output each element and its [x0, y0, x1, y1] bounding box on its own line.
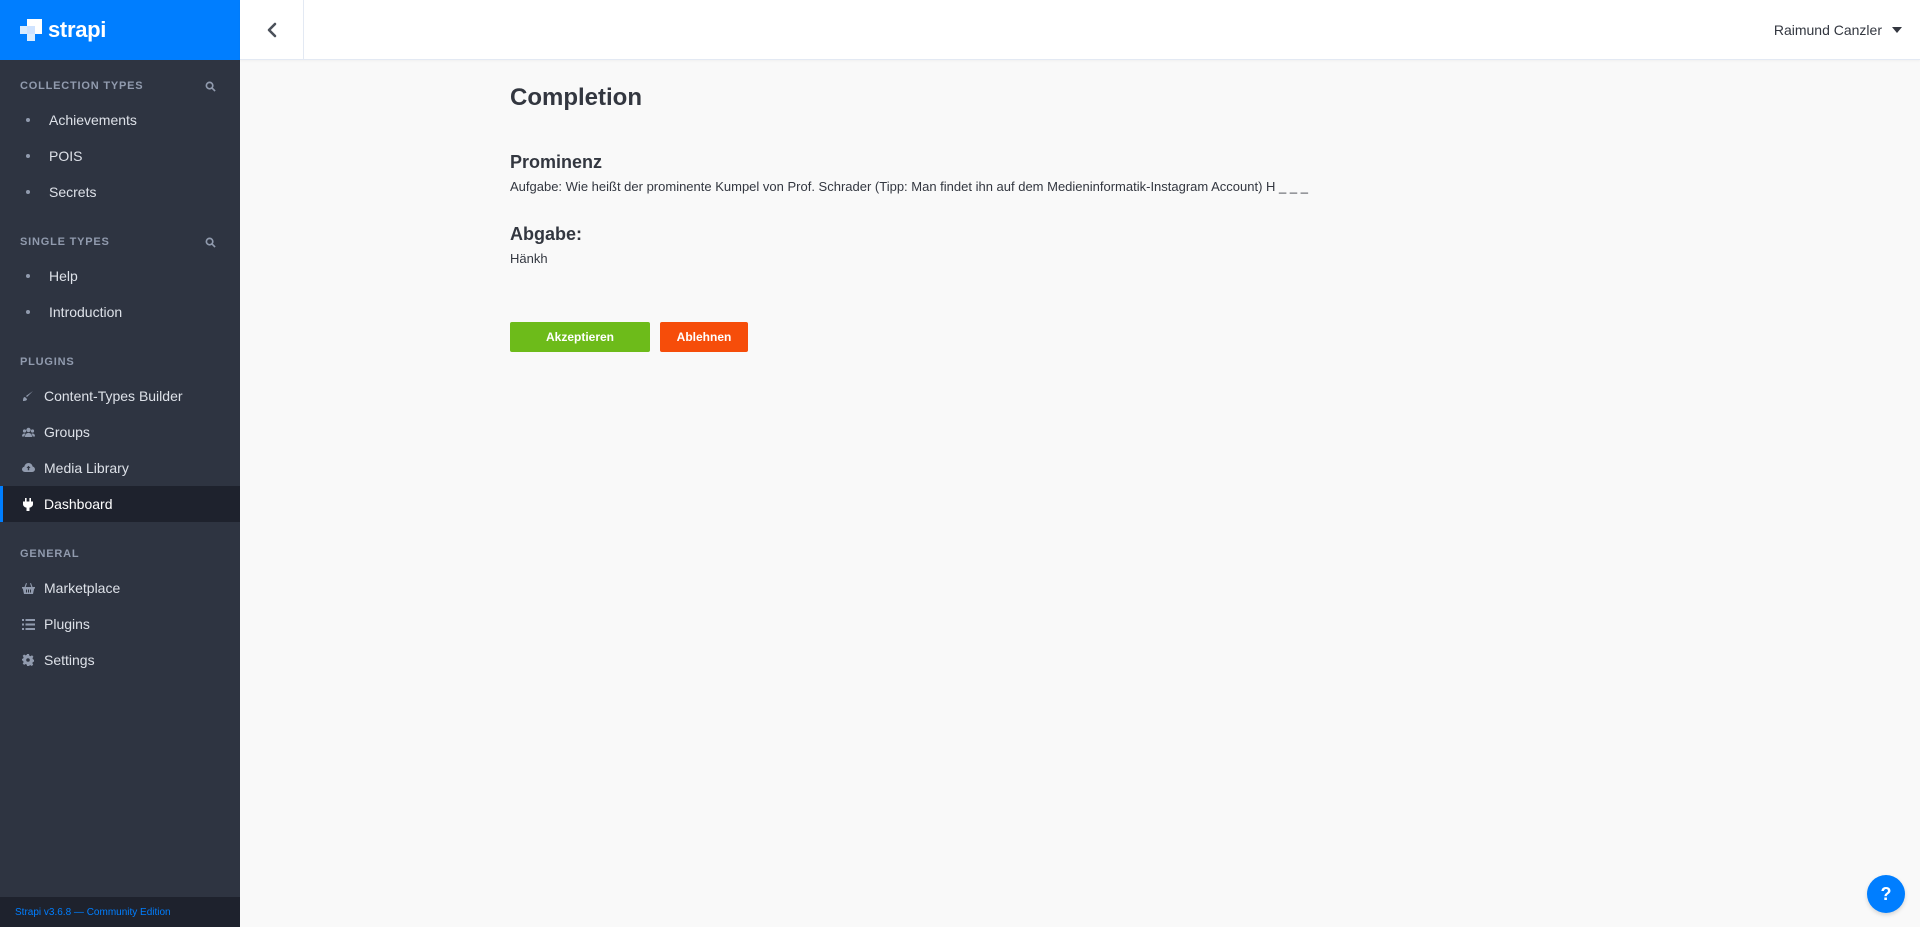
bullet-icon — [26, 154, 30, 158]
version-footer: Strapi v3.6.8 — Community Edition — [0, 897, 240, 927]
task-description: Aufgabe: Wie heißt der prominente Kumpel… — [510, 179, 1308, 194]
main-content: Completion Prominenz Aufgabe: Wie heißt … — [510, 60, 1308, 352]
user-name: Raimund Canzler — [1773, 21, 1882, 38]
sidebar-item-help[interactable]: Help — [0, 258, 240, 294]
sidebar-item-marketplace[interactable]: Marketplace — [0, 570, 240, 606]
sidebar-item-label: Settings — [44, 652, 95, 668]
collection-types-title: Collection Types — [20, 80, 144, 92]
accept-button[interactable]: Akzeptieren — [510, 322, 650, 352]
users-icon — [20, 427, 36, 438]
user-menu[interactable]: Raimund Canzler — [1774, 22, 1902, 38]
sidebar-item-pois[interactable]: POIS — [0, 138, 240, 174]
single-types-section: Single Types Help Introduction — [0, 232, 240, 330]
sidebar-item-label: Groups — [44, 424, 90, 440]
sidebar-item-secrets[interactable]: Secrets — [0, 174, 240, 210]
sidebar-item-label: Help — [49, 268, 78, 284]
general-title: General — [20, 548, 80, 560]
bullet-icon — [26, 310, 30, 314]
sidebar-item-label: Dashboard — [44, 496, 113, 512]
sidebar-item-label: Introduction — [49, 304, 123, 320]
sidebar-item-label: Secrets — [49, 184, 97, 200]
reject-button[interactable]: Ablehnen — [660, 322, 748, 352]
sidebar-nav: Collection Types Achievements POIS Secre… — [0, 60, 240, 897]
sidebar-item-dashboard[interactable]: Dashboard — [0, 486, 240, 522]
plugins-section: Plugins Content-Types Builder Groups Med… — [0, 352, 240, 522]
top-header: Raimund Canzler — [240, 0, 1920, 60]
sidebar-item-content-types-builder[interactable]: Content-Types Builder — [0, 378, 240, 414]
general-section: General Marketplace Plugins Settings — [0, 544, 240, 678]
submission-text: Hänkh — [510, 251, 548, 266]
sidebar-item-label: Marketplace — [44, 580, 121, 596]
brand-name: strapi — [48, 17, 107, 42]
bullet-icon — [26, 190, 30, 194]
help-button[interactable]: ? — [1867, 875, 1905, 913]
gear-icon — [20, 654, 36, 666]
collection-types-section: Collection Types Achievements POIS Secre… — [0, 76, 240, 210]
plugins-title: Plugins — [20, 356, 75, 368]
sidebar-item-label: Media Library — [44, 460, 129, 476]
sidebar-item-settings[interactable]: Settings — [0, 642, 240, 678]
caret-down-icon — [1892, 26, 1902, 33]
single-types-title: Single Types — [20, 236, 110, 248]
sidebar-item-label: POIS — [49, 148, 83, 164]
sidebar-item-plugins[interactable]: Plugins — [0, 606, 240, 642]
cloud-upload-icon — [20, 463, 36, 473]
sidebar-item-media-library[interactable]: Media Library — [0, 450, 240, 486]
strapi-logo[interactable]: strapi — [20, 17, 106, 43]
submission-title: Abgabe: — [510, 224, 582, 244]
bullet-icon — [26, 118, 30, 122]
chevron-left-icon — [267, 22, 276, 37]
search-icon[interactable] — [205, 237, 216, 248]
sidebar-item-introduction[interactable]: Introduction — [0, 294, 240, 330]
brush-icon — [20, 390, 36, 402]
action-buttons: Akzeptieren Ablehnen — [510, 322, 1308, 352]
page-title: Completion — [510, 84, 642, 111]
shopping-basket-icon — [20, 582, 36, 594]
brand-bar: strapi — [0, 0, 240, 60]
sidebar-item-groups[interactable]: Groups — [0, 414, 240, 450]
list-icon — [20, 618, 36, 630]
task-title: Prominenz — [510, 152, 603, 172]
bullet-icon — [26, 274, 30, 278]
collapse-sidebar-button[interactable] — [240, 0, 304, 60]
sidebar-item-label: Achievements — [49, 112, 137, 128]
sidebar-item-label: Plugins — [44, 616, 90, 632]
sidebar-item-achievements[interactable]: Achievements — [0, 102, 240, 138]
strapi-logo-icon — [20, 19, 42, 41]
left-sidebar: strapi Collection Types Achievements POI… — [0, 0, 240, 927]
sidebar-item-label: Content-Types Builder — [44, 388, 183, 404]
plug-icon — [20, 497, 36, 511]
search-icon[interactable] — [205, 81, 216, 92]
